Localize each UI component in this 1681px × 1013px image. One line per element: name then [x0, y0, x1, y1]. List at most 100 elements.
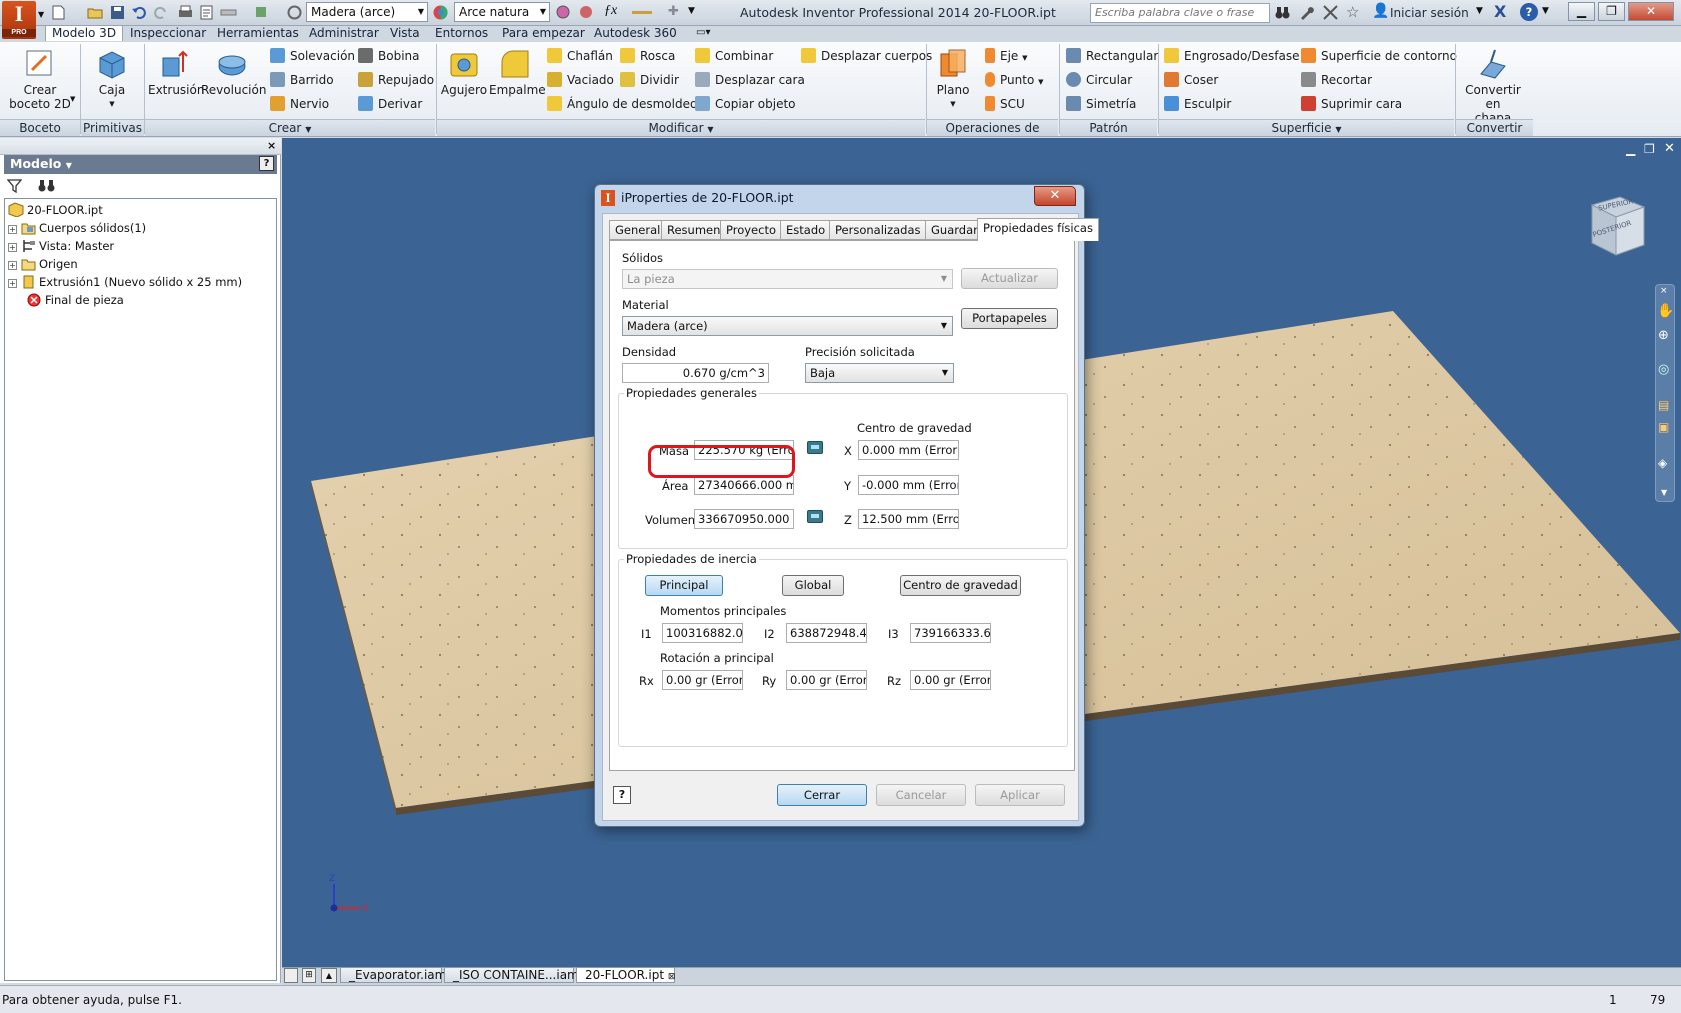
view-face-icon[interactable]: ▣: [1658, 420, 1669, 434]
density-field[interactable]: 0.670 g/cm^3: [622, 363, 769, 383]
restore-button[interactable]: ❐: [1598, 2, 1625, 21]
tab-para-empezar[interactable]: Para empezar: [496, 26, 591, 42]
tree-item-view[interactable]: + Vista: Master: [8, 237, 114, 255]
i1-field[interactable]: 100316882.056: [662, 623, 743, 643]
expand-icon[interactable]: +: [8, 279, 17, 288]
thicken-button[interactable]: Engrosado/Desfase: [1164, 47, 1300, 65]
tab-general[interactable]: General: [609, 220, 667, 240]
adjust-icon[interactable]: [555, 4, 572, 21]
iproperties-icon[interactable]: [198, 4, 215, 21]
plane-button[interactable]: Plano ▼: [930, 48, 976, 111]
mass-calculator-icon[interactable]: [807, 441, 823, 454]
shell-button[interactable]: Vaciado: [547, 71, 614, 89]
panel-label-modificar[interactable]: Modificar ▼: [437, 119, 925, 136]
tab-proyecto[interactable]: Proyecto: [720, 220, 782, 240]
close-button[interactable]: Cerrar: [777, 784, 867, 806]
viewport-close-icon[interactable]: ✕: [1664, 141, 1675, 156]
exchange-apps-icon[interactable]: X: [1494, 2, 1506, 21]
rectangular-pattern-button[interactable]: Rectangular: [1066, 47, 1158, 65]
tree-item-extrusion[interactable]: + Extrusión1 (Nuevo sólido x 25 mm): [8, 273, 242, 291]
draft-button[interactable]: Ángulo de desmoldeo: [547, 95, 697, 113]
move-bodies-button[interactable]: Desplazar cuerpos: [801, 47, 932, 65]
expand-icon[interactable]: +: [8, 225, 17, 234]
clear-override-icon[interactable]: [578, 4, 595, 21]
material-combo[interactable]: Madera (arce) ▼: [622, 316, 953, 336]
update-icon[interactable]: [286, 4, 303, 21]
ribbon-options-icon[interactable]: ▭▾: [696, 27, 710, 38]
tab-guardar[interactable]: Guardar: [925, 220, 984, 240]
browser-close-icon[interactable]: ×: [267, 139, 276, 152]
look-at-icon[interactable]: ▤: [1658, 398, 1669, 412]
extrude-button[interactable]: Extrusión: [148, 48, 204, 97]
tree-item-origin[interactable]: + Origen: [8, 255, 78, 273]
create-sketch-button[interactable]: Crear boceto 2D: [8, 48, 72, 111]
cg-x-field[interactable]: 0.000 mm (Error rel: [858, 440, 959, 460]
cascade-icon[interactable]: ⊞: [302, 968, 316, 983]
full-navigation-icon[interactable]: ◈: [1658, 456, 1667, 470]
signin-arrow-icon[interactable]: ▼: [1476, 6, 1483, 16]
plus-icon[interactable]: ✚: [668, 4, 679, 19]
apply-button[interactable]: Aplicar: [975, 784, 1065, 806]
volume-calculator-icon[interactable]: [807, 510, 823, 523]
clipboard-button[interactable]: Portapapeles: [961, 308, 1058, 329]
i2-field[interactable]: 638872948.414: [786, 623, 867, 643]
point-button[interactable]: Punto ▼: [985, 71, 1044, 89]
panel-label-convertir[interactable]: Convertir: [1456, 119, 1533, 136]
print-icon[interactable]: [177, 4, 194, 21]
tab-modelo-3d[interactable]: Modelo 3D: [45, 25, 124, 41]
mirror-button[interactable]: Simetría: [1066, 95, 1136, 113]
ry-field[interactable]: 0.00 gr (Error re: [786, 670, 867, 690]
center-of-gravity-button[interactable]: Centro de gravedad: [900, 575, 1021, 596]
emboss-button[interactable]: Repujado: [358, 71, 434, 89]
i3-field[interactable]: 739166333.644: [910, 623, 991, 643]
help-icon[interactable]: ?: [1520, 3, 1538, 21]
update-button[interactable]: Actualizar: [961, 268, 1058, 289]
help-arrow-icon[interactable]: ▼: [1542, 6, 1549, 16]
signin-link[interactable]: Iniciar sesión: [1390, 6, 1469, 20]
rz-field[interactable]: 0.00 gr (Error re: [910, 670, 991, 690]
loft-button[interactable]: Solevación: [270, 47, 355, 65]
tab-inspeccionar[interactable]: Inspeccionar: [124, 26, 212, 42]
tile-icon[interactable]: [284, 968, 298, 983]
window-close-button[interactable]: ✕: [1628, 2, 1674, 21]
volume-field[interactable]: 336670950.000 mm: [694, 509, 794, 529]
panel-label-primitivas[interactable]: Primitivas: [81, 119, 144, 136]
combine-button[interactable]: Combinar: [695, 47, 773, 65]
browser-header[interactable]: Modelo ▼: [4, 155, 277, 174]
tab-resumen[interactable]: Resumen: [661, 220, 727, 240]
user-icon[interactable]: 👤: [1372, 3, 1389, 19]
tab-vista[interactable]: Vista: [384, 26, 426, 42]
cancel-button[interactable]: Cancelar: [876, 784, 966, 806]
orbit-icon[interactable]: ◎: [1658, 362, 1669, 377]
boundary-patch-button[interactable]: Superficie de contorno: [1301, 47, 1457, 65]
chamfer-button[interactable]: Chaflán: [547, 47, 613, 65]
expand-icon[interactable]: +: [8, 243, 17, 252]
area-field[interactable]: 27340666.000 mm^: [694, 475, 794, 495]
redo-icon[interactable]: [152, 4, 169, 21]
viewport-restore-icon[interactable]: ❐: [1644, 142, 1655, 156]
rib-button[interactable]: Nervio: [270, 95, 329, 113]
move-face-button[interactable]: Desplazar cara: [695, 71, 805, 89]
hole-button[interactable]: Agujero: [440, 48, 488, 97]
doc-tab-iso-container[interactable]: _ISO CONTAINE...iam: [444, 967, 579, 983]
panel-label-boceto[interactable]: Boceto: [0, 119, 80, 136]
app-menu-button[interactable]: I PRO: [2, 1, 36, 39]
tree-item-part[interactable]: 20-FLOOR.ipt: [8, 201, 103, 219]
material-dropdown[interactable]: Madera (arce) ▼: [306, 2, 428, 22]
doc-tab-20-floor[interactable]: 20-FLOOR.ipt ⊠: [576, 967, 675, 983]
doc-tab-close-icon[interactable]: ⊠: [668, 972, 676, 982]
undo-icon[interactable]: [131, 4, 148, 21]
tab-personalizadas[interactable]: Personalizadas: [829, 220, 927, 240]
tab-list-icon[interactable]: ▲: [321, 968, 337, 983]
minimize-button[interactable]: ▁: [1568, 2, 1595, 21]
delete-face-button[interactable]: Suprimir cara: [1301, 95, 1402, 113]
filter-icon[interactable]: [7, 179, 22, 193]
tools-icon[interactable]: [1322, 4, 1339, 21]
edit-icon[interactable]: [630, 4, 660, 21]
select-icon[interactable]: [253, 4, 270, 21]
sweep-button[interactable]: Barrido: [270, 71, 334, 89]
tree-item-end-of-part[interactable]: Final de pieza: [27, 291, 124, 309]
tab-herramientas[interactable]: Herramientas: [211, 26, 305, 42]
customize-arrow-icon[interactable]: ▼: [688, 6, 695, 16]
app-menu-arrow-icon[interactable]: ▼: [38, 10, 44, 19]
